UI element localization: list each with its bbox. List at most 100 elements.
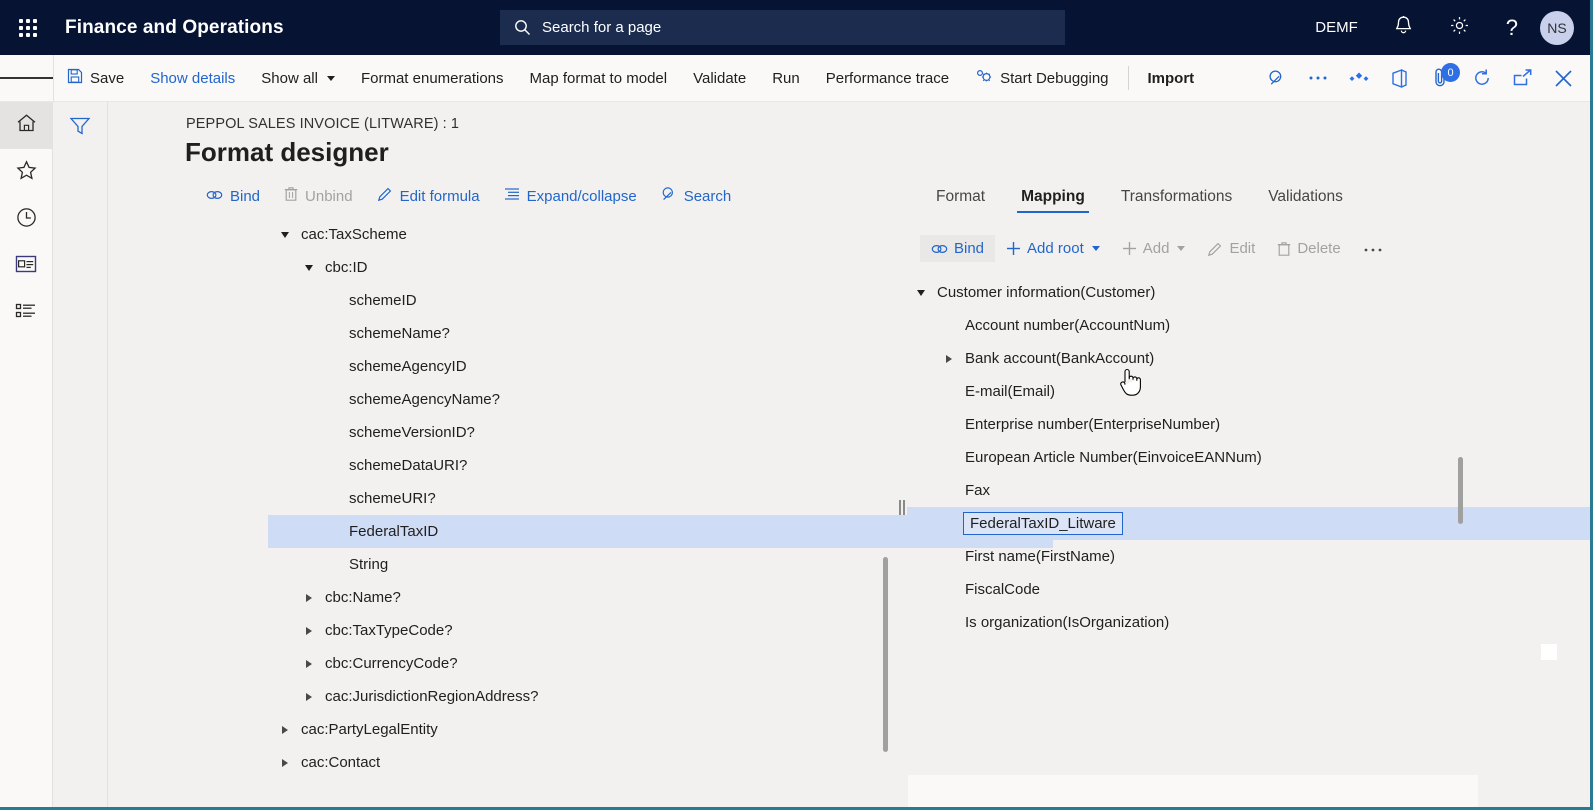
- format-tree-node-label: schemeAgencyID: [349, 358, 467, 375]
- validate-button[interactable]: Validate: [680, 55, 759, 101]
- mapping-panel: Format Mapping Transformations Validations …: [907, 182, 1590, 807]
- help-button[interactable]: ?: [1488, 0, 1536, 55]
- add-root-button[interactable]: Add root: [995, 235, 1111, 262]
- show-all-label: Show all: [261, 69, 318, 87]
- share-diamond-icon[interactable]: [1338, 55, 1379, 101]
- sidebar-item-modules[interactable]: [0, 290, 52, 337]
- panel-splitter[interactable]: [899, 500, 905, 515]
- data-source-node[interactable]: European Article Number(EinvoiceEANNum): [908, 441, 1513, 474]
- save-icon: [67, 68, 83, 88]
- save-button[interactable]: Save: [54, 55, 137, 101]
- global-search-input[interactable]: Search for a page: [500, 10, 1065, 45]
- format-tree-scrollbar[interactable]: [883, 557, 888, 752]
- show-details-button[interactable]: Show details: [137, 55, 248, 101]
- data-source-tree-scrollbar[interactable]: [1458, 457, 1463, 524]
- page-body: PEPPOL SALES INVOICE (LITWARE) : 1 Forma…: [0, 102, 1590, 807]
- chevron-right-icon[interactable]: [268, 758, 301, 767]
- tab-transformations[interactable]: Transformations: [1103, 182, 1250, 213]
- notifications-button[interactable]: [1376, 0, 1431, 55]
- sidebar-item-home[interactable]: [0, 102, 52, 149]
- format-enumerations-button[interactable]: Format enumerations: [348, 55, 517, 101]
- sidebar-item-recent[interactable]: [0, 196, 52, 243]
- sidebar-item-workspaces[interactable]: [0, 243, 52, 290]
- edit-label: Edit: [1229, 240, 1256, 257]
- chevron-down-icon[interactable]: [904, 289, 937, 296]
- popout-icon[interactable]: [1502, 55, 1543, 101]
- format-tree-node-label: schemeName?: [349, 325, 450, 342]
- chevron-down-icon: [326, 75, 335, 81]
- action-pane: Save Show details Show all Format enumer…: [0, 55, 1590, 102]
- format-tree-node-label: cac:JurisdictionRegionAddress?: [325, 688, 539, 705]
- sidebar-item-favorites[interactable]: [0, 149, 52, 196]
- chevron-right-icon[interactable]: [292, 626, 325, 635]
- debug-gears-icon: [975, 68, 993, 88]
- start-debugging-button[interactable]: Start Debugging: [962, 55, 1121, 101]
- search-icon: [514, 19, 531, 36]
- run-button[interactable]: Run: [759, 55, 813, 101]
- edit-formula-button[interactable]: Edit formula: [365, 182, 492, 210]
- app-launcher-button[interactable]: [0, 0, 55, 55]
- data-source-tree[interactable]: Customer information(Customer) Account nu…: [907, 276, 1590, 639]
- action-pane-right-icons: 0: [1256, 55, 1584, 101]
- data-source-node[interactable]: Customer information(Customer): [908, 276, 1513, 309]
- navigation-rail: [0, 102, 53, 807]
- gear-icon: [1449, 15, 1470, 40]
- tab-mapping[interactable]: Mapping: [1003, 182, 1103, 213]
- format-tree-node-label: cac:TaxScheme: [301, 226, 407, 243]
- bind-button[interactable]: Bind: [194, 184, 272, 209]
- data-source-node[interactable]: E-mail(Email): [908, 375, 1513, 408]
- chevron-right-icon[interactable]: [292, 692, 325, 701]
- data-source-node[interactable]: Is organization(IsOrganization): [908, 606, 1513, 639]
- data-source-node[interactable]: Bank account(BankAccount): [908, 342, 1513, 375]
- overflow-button[interactable]: [1352, 235, 1394, 262]
- mapping-detail-box: [908, 775, 1478, 807]
- data-source-node[interactable]: Account number(AccountNum): [908, 309, 1513, 342]
- format-tree-node-label: cac:PartyLegalEntity: [301, 721, 438, 738]
- format-tree-node-label: schemeURI?: [349, 490, 436, 507]
- filter-funnel-icon: [69, 116, 91, 141]
- tab-validations[interactable]: Validations: [1250, 182, 1361, 213]
- search-icon[interactable]: [1256, 55, 1297, 101]
- settings-button[interactable]: [1431, 0, 1488, 55]
- nav-menu-toggle[interactable]: [0, 55, 54, 101]
- company-selector[interactable]: DEMF: [1297, 0, 1376, 55]
- pencil-icon: [1207, 241, 1223, 257]
- filter-button[interactable]: [53, 116, 107, 141]
- data-source-node[interactable]: First name(FirstName): [908, 540, 1513, 573]
- map-format-to-model-button[interactable]: Map format to model: [517, 55, 681, 101]
- chevron-down-icon[interactable]: [292, 264, 325, 271]
- office-icon[interactable]: [1379, 55, 1420, 101]
- chevron-right-icon[interactable]: [292, 659, 325, 668]
- data-source-node-label: First name(FirstName): [965, 548, 1116, 565]
- overflow-ellipsis-icon[interactable]: [1297, 55, 1338, 101]
- refresh-icon[interactable]: [1461, 55, 1502, 101]
- close-icon[interactable]: [1543, 55, 1584, 101]
- data-source-node-label: Customer information(Customer): [937, 284, 1156, 301]
- user-avatar[interactable]: NS: [1540, 10, 1574, 45]
- data-source-node-label: FiscalCode: [965, 581, 1041, 598]
- edit-formula-label: Edit formula: [399, 187, 480, 205]
- performance-trace-button[interactable]: Performance trace: [813, 55, 962, 101]
- data-source-node[interactable]: FiscalCode: [908, 573, 1513, 606]
- data-source-node-label: E-mail(Email): [965, 383, 1055, 400]
- page-title: Format designer: [185, 137, 389, 167]
- chevron-right-icon[interactable]: [268, 725, 301, 734]
- show-all-dropdown[interactable]: Show all: [248, 55, 348, 101]
- tab-format[interactable]: Format: [918, 182, 1003, 213]
- workspace-icon: [15, 255, 37, 278]
- attachment-icon[interactable]: 0: [1420, 55, 1461, 101]
- data-source-node[interactable]: FederalTaxID_Litware: [907, 507, 1590, 540]
- expand-collapse-button[interactable]: Expand/collapse: [492, 183, 649, 209]
- format-tree-node-label: cbc:TaxTypeCode?: [325, 622, 453, 639]
- data-source-node[interactable]: Enterprise number(EnterpriseNumber): [908, 408, 1513, 441]
- chevron-down-icon[interactable]: [268, 231, 301, 238]
- chevron-right-icon[interactable]: [932, 354, 965, 363]
- chevron-right-icon[interactable]: [292, 593, 325, 602]
- panel-tabs: Format Mapping Transformations Validations: [908, 182, 1513, 213]
- global-navigation-bar: Finance and Operations Search for a page…: [0, 0, 1590, 55]
- search-button[interactable]: Search: [649, 182, 744, 210]
- global-nav-right-group: DEMF ? NS: [1297, 0, 1590, 55]
- bind-button[interactable]: Bind: [920, 235, 996, 262]
- data-source-node[interactable]: Fax: [908, 474, 1513, 507]
- import-button[interactable]: Import: [1135, 55, 1208, 101]
